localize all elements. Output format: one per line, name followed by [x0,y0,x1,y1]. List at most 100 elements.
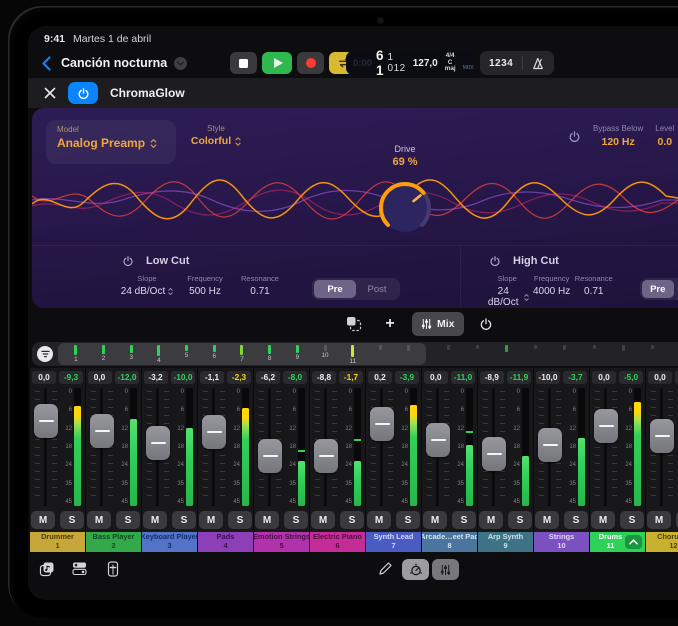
mute-button[interactable]: M [311,511,335,529]
solo-button[interactable]: S [452,511,476,529]
solo-button[interactable]: S [116,511,140,529]
duplicate-button[interactable] [340,312,368,336]
fader-cap[interactable] [34,404,58,438]
mute-button[interactable]: M [87,511,111,529]
low-cut-frequency[interactable]: Frequency 500 Hz [176,274,234,297]
high-cut-slope[interactable]: Slope 24 dB/Oct [485,274,529,308]
track-name-tile[interactable]: Strings10 [534,532,589,552]
mute-button[interactable]: M [535,511,559,529]
mute-button[interactable]: M [143,511,167,529]
knobs-view-button[interactable] [402,559,429,580]
pan-value[interactable]: 0,2 [368,371,392,384]
peak-value[interactable]: -1,7 [339,371,363,384]
fader-cap[interactable] [370,407,394,441]
play-button[interactable] [262,52,292,74]
fader-view-button[interactable] [104,560,121,577]
overview-visible-region[interactable]: 1234567891011 [58,343,426,365]
peak-value[interactable]: -8,0 [283,371,307,384]
pan-value[interactable]: -10,0 [536,371,561,384]
solo-button[interactable]: S [60,511,84,529]
low-cut-slope[interactable]: Slope 24 dB/Oct [118,274,176,297]
fader-cap[interactable] [202,415,226,449]
pre-button[interactable]: Pre [642,280,674,298]
mixer-power-button[interactable] [472,312,500,336]
track-name-tile[interactable]: Arcade…eet Pad8 [422,532,477,552]
plugin-power-button[interactable] [68,82,98,104]
track-name-tile[interactable]: Emotion Strings5 [254,532,309,552]
pan-value[interactable]: -6,2 [256,371,280,384]
peak-value[interactable]: -9,3 [59,371,83,384]
drive-knob[interactable] [373,176,437,245]
track-name-tile[interactable]: Synth Lead7 [366,532,421,552]
solo-button[interactable]: S [620,511,644,529]
pan-value[interactable]: -8,8 [312,371,336,384]
track-name-tile[interactable]: Drums11 [590,532,645,552]
mute-button[interactable]: M [199,511,223,529]
track-name-tile[interactable]: Pads4 [198,532,253,552]
fader-cap[interactable] [146,426,170,460]
pan-value[interactable]: 0,0 [32,371,56,384]
track-name-tile[interactable]: Drummer1 [30,532,85,552]
peak-value[interactable]: -11,0 [451,371,475,384]
bypass-power-icon[interactable] [568,130,581,143]
metronome-button[interactable] [523,51,554,75]
pan-value[interactable]: 0,0 [648,371,672,384]
count-in-button[interactable]: 1234 [480,51,522,75]
mute-button[interactable]: M [479,511,503,529]
peak-value[interactable]: -3,7 [563,371,587,384]
mute-button[interactable]: M [591,511,615,529]
solo-button[interactable]: S [508,511,532,529]
mute-button[interactable]: M [31,511,55,529]
pan-value[interactable]: 0,0 [592,371,616,384]
pre-button[interactable]: Pre [314,280,356,298]
fader-cap[interactable] [594,409,618,443]
back-button[interactable] [42,56,51,71]
track-name-tile[interactable]: Electric Piano6 [310,532,365,552]
post-button[interactable]: Post [356,280,398,298]
song-menu-button[interactable] [174,57,187,70]
plugins-button[interactable] [71,560,88,577]
mute-button[interactable]: M [423,511,447,529]
record-button[interactable] [297,52,324,74]
style-selector[interactable]: Style Colorful [178,124,254,147]
mute-button[interactable]: M [255,511,279,529]
solo-button[interactable]: S [228,511,252,529]
track-name-tile[interactable]: Chorus V12 [646,532,678,552]
pan-value[interactable]: 0,0 [424,371,448,384]
peak-value[interactable]: -3,9 [395,371,419,384]
solo-button[interactable]: S [284,511,308,529]
bypass-below-control[interactable]: Bypass Below 120 Hz [593,124,643,148]
fader-cap[interactable] [538,428,562,462]
solo-button[interactable]: S [564,511,588,529]
model-selector[interactable]: Model Analog Preamp [46,120,176,164]
level-control[interactable]: Level 0.0 [655,124,674,148]
post-button[interactable]: Post [674,280,678,298]
pan-value[interactable]: -8,9 [480,371,504,384]
low-cut-power-icon[interactable] [122,255,134,267]
stop-button[interactable] [230,52,257,74]
faders-view-button[interactable] [432,559,459,580]
collapse-strip-button[interactable] [625,535,642,549]
fader-cap[interactable] [314,439,338,473]
track-name-tile[interactable]: Bass Player2 [86,532,141,552]
pan-value[interactable]: -1,1 [200,371,224,384]
pan-value[interactable]: 0,0 [88,371,112,384]
fader-cap[interactable] [258,439,282,473]
fader-cap[interactable] [90,414,114,448]
edit-pencil-button[interactable] [378,561,393,579]
peak-value[interactable]: -11,9 [507,371,531,384]
mix-view-button[interactable]: Mix [412,312,464,336]
fader-cap[interactable] [426,423,450,457]
peak-value[interactable]: -2,3 [227,371,251,384]
solo-button[interactable]: S [396,511,420,529]
fader-cap[interactable] [482,437,506,471]
track-name-tile[interactable]: Keyboard Player3 [142,532,197,552]
solo-button[interactable]: S [172,511,196,529]
peak-value[interactable]: -5,0 [619,371,643,384]
fader-cap[interactable] [650,419,674,453]
mute-button[interactable]: M [367,511,391,529]
pan-value[interactable]: -3,2 [144,371,168,384]
low-cut-resonance[interactable]: Resonance 0.71 [234,274,286,297]
filter-tracks-button[interactable] [37,346,53,362]
track-name-tile[interactable]: Arp Synth9 [478,532,533,552]
